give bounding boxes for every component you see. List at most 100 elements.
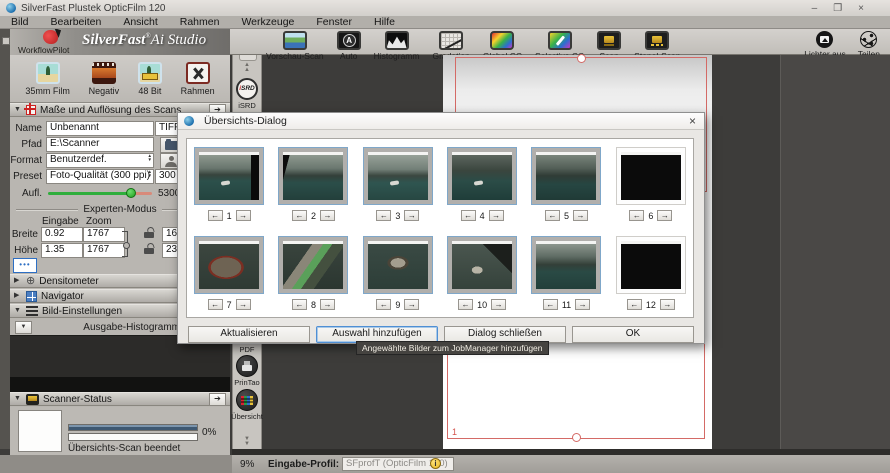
section-scanner-status[interactable]: Scanner-Status bbox=[10, 392, 230, 406]
close-button[interactable]: × bbox=[858, 3, 864, 14]
thumb-prev-button[interactable] bbox=[627, 299, 642, 310]
aspect-link-icon[interactable] bbox=[122, 231, 128, 257]
overview-thumbnail-cell: 7 bbox=[187, 232, 271, 321]
printao-button[interactable] bbox=[236, 355, 258, 377]
overview-thumbnail[interactable] bbox=[363, 236, 433, 294]
width-zoom-input[interactable]: 1767 bbox=[83, 227, 125, 242]
thumb-prev-button[interactable] bbox=[545, 210, 560, 221]
name-label: Name bbox=[10, 123, 42, 134]
frame-number: 1 bbox=[452, 427, 457, 437]
prescan-button[interactable]: Vorschau-Scan bbox=[266, 31, 324, 61]
overview-thumbnail[interactable] bbox=[531, 147, 601, 205]
overview-thumbnail[interactable] bbox=[278, 236, 348, 294]
frame-tool-button[interactable]: Rahmen bbox=[181, 62, 215, 96]
thumb-prev-button[interactable] bbox=[376, 210, 391, 221]
thumbnail-photo bbox=[536, 241, 596, 289]
menu-hilfe[interactable]: Hilfe bbox=[363, 16, 406, 28]
workflow-pilot-button[interactable]: WorkflowPilot SilverFast®Ai Studio bbox=[10, 29, 230, 55]
film-35mm-icon bbox=[36, 62, 60, 84]
thumb-prev-button[interactable] bbox=[208, 299, 223, 310]
minimize-button[interactable]: – bbox=[812, 3, 818, 14]
strip-handle[interactable] bbox=[239, 55, 257, 61]
thumb-prev-button[interactable] bbox=[543, 299, 558, 310]
menu-rahmen[interactable]: Rahmen bbox=[169, 16, 231, 28]
overview-thumbnail[interactable] bbox=[194, 236, 264, 294]
frame-handle[interactable] bbox=[572, 433, 581, 442]
thumb-prev-button[interactable] bbox=[376, 299, 391, 310]
menu-werkzeuge[interactable]: Werkzeuge bbox=[230, 16, 305, 28]
negative-mode-button[interactable]: Negativ bbox=[89, 62, 120, 96]
thumb-next-button[interactable] bbox=[236, 210, 251, 221]
ok-button[interactable]: OK bbox=[572, 326, 694, 343]
scroll-up-icon[interactable] bbox=[233, 63, 261, 73]
thumb-prev-button[interactable] bbox=[292, 299, 307, 310]
thumb-next-button[interactable] bbox=[491, 299, 506, 310]
thumb-number: 10 bbox=[477, 300, 487, 310]
thumb-next-button[interactable] bbox=[404, 299, 419, 310]
resolution-slider-thumb[interactable] bbox=[126, 188, 136, 198]
overview-thumbnail[interactable] bbox=[447, 236, 517, 294]
isrd-button[interactable]: iSRD bbox=[236, 78, 258, 100]
height-zoom-input[interactable]: 1767 bbox=[83, 243, 125, 258]
dialog-close-button[interactable]: × bbox=[689, 115, 698, 127]
overview-thumbnail[interactable] bbox=[616, 236, 686, 294]
histogram-dropdown-button[interactable] bbox=[15, 321, 32, 334]
detach-panel-button[interactable] bbox=[209, 393, 226, 406]
thumb-number: 8 bbox=[311, 300, 316, 310]
width-input[interactable]: 0.92 bbox=[41, 227, 83, 242]
refresh-button[interactable]: Aktualisieren bbox=[188, 326, 310, 343]
histogram-button[interactable]: Histogramm bbox=[374, 31, 420, 61]
preset-select[interactable]: Foto-Qualität (300 ppi) bbox=[46, 169, 154, 184]
menu-ansicht[interactable]: Ansicht bbox=[112, 16, 168, 28]
dock-strip[interactable] bbox=[0, 29, 10, 449]
thumb-prev-button[interactable] bbox=[461, 210, 476, 221]
48bit-icon bbox=[138, 62, 162, 84]
scan-path-input[interactable]: E:\Scanner bbox=[46, 137, 154, 152]
more-options-button[interactable]: ••• bbox=[13, 258, 37, 273]
thumb-prev-button[interactable] bbox=[292, 210, 307, 221]
auto-adjust-button[interactable]: Auto bbox=[337, 31, 361, 61]
thumb-next-button[interactable] bbox=[236, 299, 251, 310]
format-select[interactable]: Benutzerdef. bbox=[46, 153, 154, 168]
thumb-next-button[interactable] bbox=[575, 299, 590, 310]
frame-handle[interactable] bbox=[577, 54, 586, 63]
resolution-slider[interactable] bbox=[48, 192, 152, 195]
collapse-triangle-icon bbox=[14, 106, 22, 114]
thumb-next-button[interactable] bbox=[320, 299, 335, 310]
menu-fenster[interactable]: Fenster bbox=[305, 16, 363, 28]
menu-bild[interactable]: Bild bbox=[0, 16, 40, 28]
menu-bearbeiten[interactable]: Bearbeiten bbox=[40, 16, 113, 28]
height-lock-icon[interactable] bbox=[144, 243, 154, 254]
thumb-number: 11 bbox=[562, 300, 571, 310]
overview-thumbnail[interactable] bbox=[194, 147, 264, 205]
right-side-panel bbox=[780, 55, 890, 449]
overview-thumbnail[interactable] bbox=[278, 147, 348, 205]
thumb-next-button[interactable] bbox=[657, 210, 672, 221]
scan-name-input[interactable]: Unbenannt bbox=[46, 121, 154, 136]
overview-thumbnail[interactable] bbox=[531, 236, 601, 294]
thumb-prev-button[interactable] bbox=[208, 210, 223, 221]
thumb-prev-button[interactable] bbox=[458, 299, 473, 310]
overview-thumbnail[interactable] bbox=[616, 147, 686, 205]
collapse-triangle-icon bbox=[14, 395, 22, 403]
bit-depth-button[interactable]: 48 Bit bbox=[138, 62, 162, 96]
scroll-down-icon[interactable] bbox=[233, 437, 261, 447]
thumb-next-button[interactable] bbox=[489, 210, 504, 221]
width-lock-icon[interactable] bbox=[144, 227, 154, 238]
height-input[interactable]: 1.35 bbox=[41, 243, 83, 258]
thumb-next-button[interactable] bbox=[404, 210, 419, 221]
thumb-number: 6 bbox=[648, 211, 653, 221]
thumb-number: 12 bbox=[646, 300, 656, 310]
input-column-label: Eingabe bbox=[42, 216, 79, 227]
thumb-next-button[interactable] bbox=[573, 210, 588, 221]
thumb-prev-button[interactable] bbox=[629, 210, 644, 221]
film-type-button[interactable]: 35mm Film bbox=[25, 62, 70, 96]
thumb-next-button[interactable] bbox=[660, 299, 675, 310]
thumb-next-button[interactable] bbox=[320, 210, 335, 221]
dialog-titlebar[interactable]: Übersichts-Dialog × bbox=[178, 113, 704, 130]
overview-thumbnail[interactable] bbox=[363, 147, 433, 205]
profile-warning-icon[interactable]: i bbox=[430, 458, 441, 469]
maximize-button[interactable]: ❐ bbox=[833, 3, 842, 14]
overview-thumbnail[interactable] bbox=[447, 147, 517, 205]
overview-button[interactable] bbox=[236, 389, 258, 411]
